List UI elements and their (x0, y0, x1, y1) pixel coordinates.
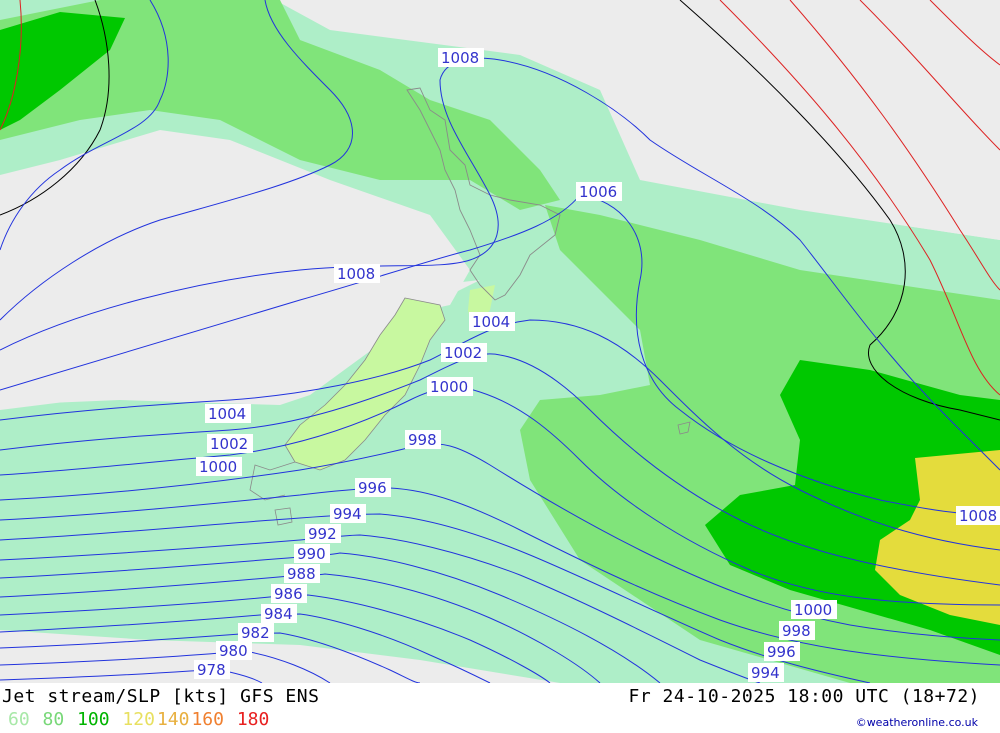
svg-text:994: 994 (751, 664, 780, 682)
isobar-label: 998 (779, 621, 815, 640)
isobar-label: 1004 (205, 404, 251, 423)
isobar-label: 994 (330, 504, 366, 523)
svg-text:996: 996 (358, 479, 387, 497)
isobar-label: 990 (294, 544, 330, 563)
legend-item-140: 140 (156, 709, 190, 730)
isobar-label: 978 (194, 660, 230, 679)
svg-text:984: 984 (264, 605, 293, 623)
isobar-label: 996 (355, 478, 391, 497)
weather-map: 1008 1006 1008 1004 1002 1000 998 1004 1… (0, 0, 1000, 683)
isobar-label: 988 (284, 564, 320, 583)
svg-text:1000: 1000 (199, 458, 237, 476)
isobar-label: 992 (305, 524, 341, 543)
credit-link[interactable]: ©weatheronline.co.uk (856, 716, 978, 729)
svg-text:980: 980 (219, 642, 248, 660)
svg-text:986: 986 (274, 585, 303, 603)
svg-text:990: 990 (297, 545, 326, 563)
isobar-label: 1000 (427, 377, 473, 396)
legend-item-100: 100 (77, 709, 110, 730)
isobar-label: 996 (764, 642, 800, 661)
isobar-label: 984 (261, 604, 297, 623)
isobar-label: 1002 (207, 434, 253, 453)
svg-text:1002: 1002 (210, 435, 248, 453)
speed-legend: 60 80 100 120 140 160 180 (8, 709, 271, 730)
legend-item-80: 80 (42, 709, 65, 730)
svg-text:1000: 1000 (430, 378, 468, 396)
legend-item-180: 180 (236, 709, 270, 730)
svg-text:1004: 1004 (472, 313, 510, 331)
isobar-label: 1002 (441, 343, 487, 362)
svg-text:998: 998 (782, 622, 811, 640)
svg-text:1008: 1008 (441, 49, 479, 67)
isobar-label: 1006 (576, 182, 622, 201)
map-footer: Jet stream/SLP [kts] GFS ENS Fr 24-10-20… (0, 683, 1000, 733)
isobar-label: 1008 (956, 506, 1000, 525)
svg-text:1008: 1008 (959, 507, 997, 525)
isobar-label: 1008 (334, 264, 380, 283)
svg-text:1002: 1002 (444, 344, 482, 362)
isobar-label: 994 (748, 663, 784, 682)
svg-text:996: 996 (767, 643, 796, 661)
legend-item-160: 160 (191, 709, 224, 730)
isobar-label: 1004 (469, 312, 515, 331)
svg-text:978: 978 (197, 661, 226, 679)
svg-text:992: 992 (308, 525, 337, 543)
isobar-label: 986 (271, 584, 307, 603)
isobar-label: 998 (405, 430, 441, 449)
svg-text:1000: 1000 (794, 601, 832, 619)
isobar-label: 982 (238, 623, 274, 642)
svg-text:988: 988 (287, 565, 316, 583)
legend-item-120: 120 (122, 709, 155, 730)
svg-text:994: 994 (333, 505, 362, 523)
svg-text:998: 998 (408, 431, 437, 449)
svg-text:1004: 1004 (208, 405, 246, 423)
svg-text:982: 982 (241, 624, 270, 642)
isobar-label: 1000 (196, 457, 242, 476)
isobar-label: 1000 (791, 600, 837, 619)
map-datetime: Fr 24-10-2025 18:00 UTC (18+72) (628, 686, 980, 707)
legend-item-60: 60 (8, 709, 30, 730)
isobar-label: 1008 (438, 48, 484, 67)
svg-text:1006: 1006 (579, 183, 617, 201)
map-title: Jet stream/SLP [kts] GFS ENS (2, 686, 320, 707)
svg-text:1008: 1008 (337, 265, 375, 283)
isobar-label: 980 (216, 641, 252, 660)
